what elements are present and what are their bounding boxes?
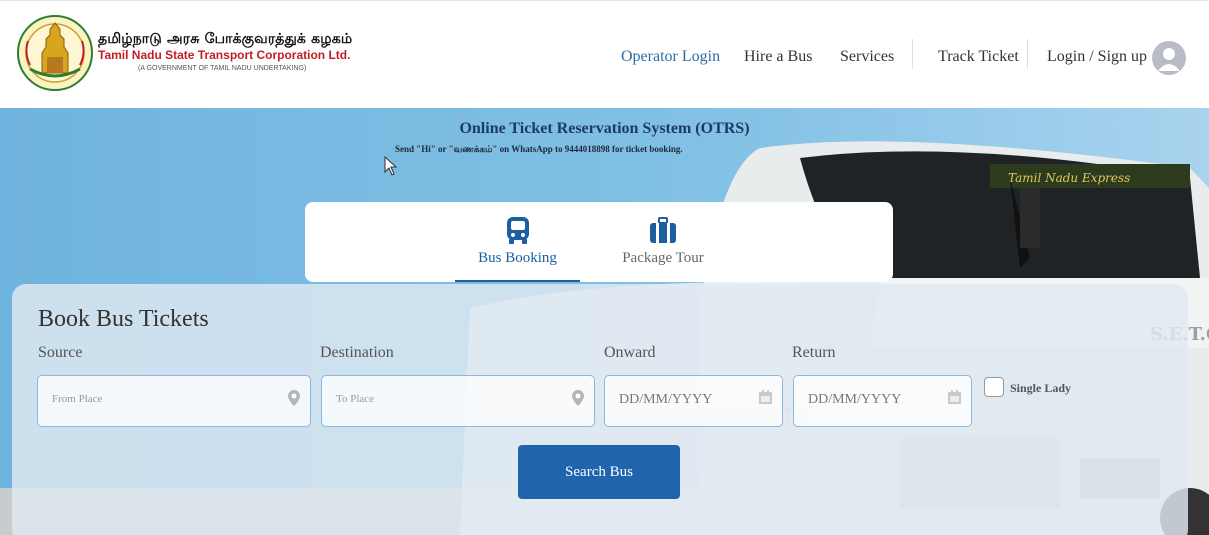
source-input[interactable]: From Place <box>37 375 311 427</box>
source-placeholder: From Place <box>52 393 103 405</box>
nav-track-ticket[interactable]: Track Ticket <box>938 48 1019 66</box>
book-bus-tickets-form: Book Bus Tickets Source From Place Desti… <box>12 284 1188 535</box>
svg-text:Tamil Nadu Express: Tamil Nadu Express <box>1008 171 1130 185</box>
calendar-icon[interactable] <box>759 390 772 409</box>
mouse-cursor-icon <box>384 155 398 181</box>
onward-label: Onward <box>604 344 656 361</box>
onward-date-input[interactable]: DD/MM/YYYY <box>604 375 783 427</box>
destination-placeholder: To Place <box>336 393 375 405</box>
nav-divider <box>1027 39 1028 69</box>
form-title: Book Bus Tickets <box>38 306 209 332</box>
return-placeholder: DD/MM/YYYY <box>808 392 902 407</box>
destination-input[interactable]: To Place <box>321 375 595 427</box>
nav-login-signup[interactable]: Login / Sign up <box>1047 48 1147 66</box>
booking-type-tabs: Bus Booking Package Tour <box>305 202 893 282</box>
single-lady-checkbox[interactable] <box>984 377 1004 397</box>
nav-operator-login[interactable]: Operator Login <box>621 48 720 66</box>
hero-banner: Tamil Nadu Express S.E.T.C S.E.T.C Onlin… <box>0 108 1209 535</box>
location-pin-icon <box>572 390 584 411</box>
single-lady-label: Single Lady <box>1010 381 1072 395</box>
tab-package-tour-label: Package Tour <box>622 250 704 266</box>
nav-divider <box>912 39 913 69</box>
tab-bus-booking-label: Bus Booking <box>478 250 557 266</box>
nav-hire-a-bus[interactable]: Hire a Bus <box>744 48 812 66</box>
tab-package-tour[interactable]: Package Tour <box>598 202 728 282</box>
nav-services[interactable]: Services <box>840 48 894 66</box>
brand-block: தமிழ்நாடு அரசு போக்குவரத்துக் கழகம் Tami… <box>98 31 352 73</box>
return-label: Return <box>792 344 836 361</box>
site-header: தமிழ்நாடு அரசு போக்குவரத்துக் கழகம் Tami… <box>0 0 1209 108</box>
brand-name-tamil: தமிழ்நாடு அரசு போக்குவரத்துக் கழகம் <box>98 31 353 47</box>
brand-name-english: Tamil Nadu State Transport Corporation L… <box>98 48 351 62</box>
return-date-input[interactable]: DD/MM/YYYY <box>793 375 972 427</box>
suitcase-icon <box>649 216 677 249</box>
whatsapp-booking-note: Send "Hi" or "வணக்கம்" on WhatsApp to 94… <box>395 144 683 154</box>
tnstc-emblem-logo[interactable] <box>16 13 94 93</box>
search-bus-button[interactable]: Search Bus <box>518 445 680 499</box>
brand-subtitle: (A GOVERNMENT OF TAMIL NADU UNDERTAKING) <box>138 65 307 72</box>
tab-bus-booking[interactable]: Bus Booking <box>455 202 580 282</box>
otrs-title: Online Ticket Reservation System (OTRS) <box>459 120 750 137</box>
user-avatar-icon[interactable] <box>1152 41 1186 75</box>
bus-icon <box>505 216 531 251</box>
source-label: Source <box>38 344 83 361</box>
location-pin-icon <box>288 390 300 411</box>
onward-placeholder: DD/MM/YYYY <box>619 392 713 407</box>
calendar-icon[interactable] <box>948 390 961 409</box>
destination-label: Destination <box>320 344 394 361</box>
